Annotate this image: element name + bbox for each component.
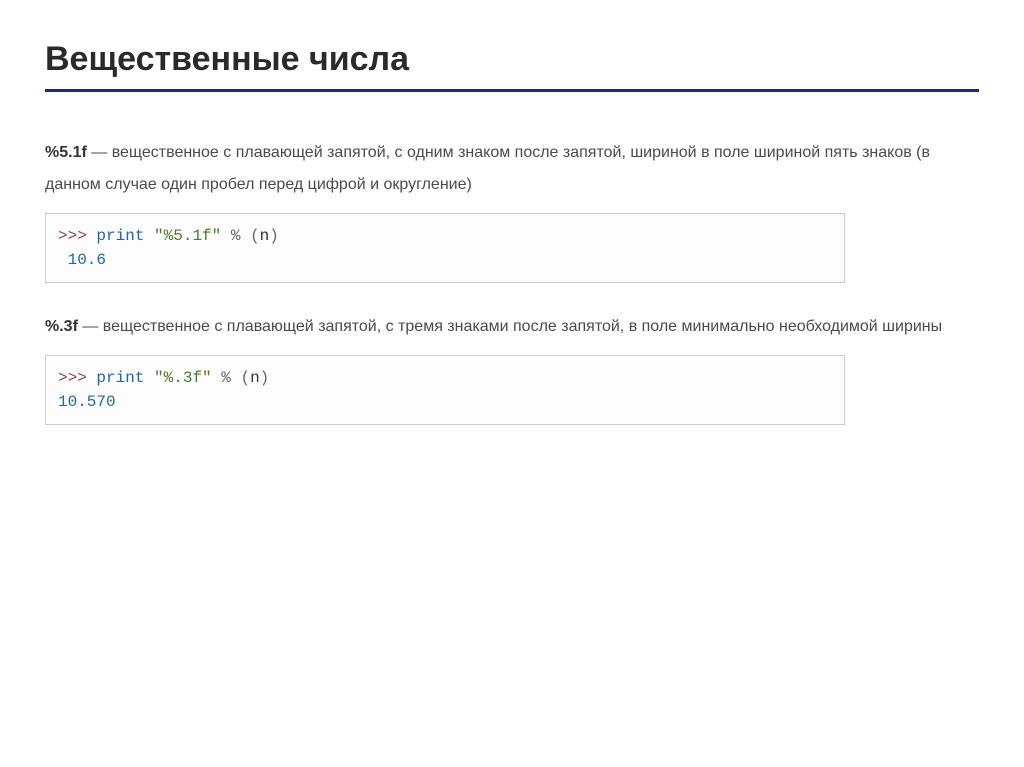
code-string: "%.3f" [154,369,212,387]
code-var: n [260,227,270,245]
code-keyword: print [96,369,144,387]
code-operator: % [212,369,241,387]
code-output: 10.570 [58,393,116,411]
code-operator: % [221,227,250,245]
section2-code-block: >>> print "%.3f" % (n) 10.570 [45,355,845,425]
code-var: n [250,369,260,387]
code-paren-open: ( [240,369,250,387]
code-prompt: >>> [58,227,96,245]
code-string: "%5.1f" [154,227,221,245]
code-paren-open: ( [250,227,260,245]
code-paren-close: ) [269,227,279,245]
page-title: Вещественные числа [45,40,979,92]
section1-description: %5.1f — вещественное с плавающей запятой… [45,137,979,201]
section2-description: %.3f — вещественное с плавающей запятой,… [45,311,979,343]
code-keyword: print [96,227,144,245]
code-prompt: >>> [58,369,96,387]
section2-desc-text: — вещественное с плавающей запятой, с тр… [78,318,942,335]
code-paren-close: ) [260,369,270,387]
section1-code-block: >>> print "%5.1f" % (n) 10.6 [45,213,845,283]
section2-format-spec: %.3f [45,318,78,335]
section1-format-spec: %5.1f [45,144,87,161]
code-output: 10.6 [58,251,106,269]
section1-desc-text: — вещественное с плавающей запятой, с од… [45,144,930,193]
